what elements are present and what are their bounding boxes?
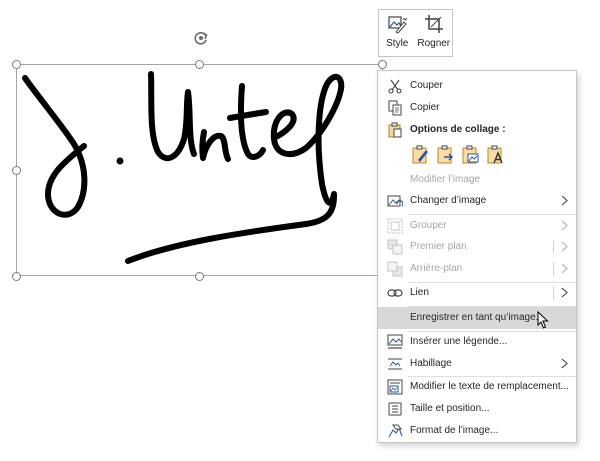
bring-forward-icon [387,239,403,255]
menu-item-paste-options: Options de collage : [378,119,576,141]
picture-style-icon [388,16,408,34]
link-icon [387,289,403,297]
chevron-right-icon [561,263,568,274]
menu-item-edit-alt-text[interactable]: Modifier le texte de remplacement... [378,376,576,398]
resize-handle-top-left[interactable] [12,60,21,69]
menu-item-insert-caption[interactable]: Insérer une légende... [378,331,576,353]
rotate-handle-icon[interactable] [193,30,209,46]
menu-item-cut[interactable]: Couper [378,75,576,97]
resize-handle-top-middle[interactable] [195,60,204,69]
paste-options-row [410,145,505,167]
paste-picture-icon[interactable] [460,145,480,165]
menu-label-paste-options: Options de collage : [410,124,506,135]
scissors-icon [388,79,402,94]
caption-icon [387,334,403,349]
menu-item-change-image[interactable]: Changer d’image [378,190,576,212]
group-icon [387,218,403,234]
split-separator [553,286,554,300]
alt-text-icon [387,379,403,395]
crop-label: Rogner [417,38,451,49]
split-separator [553,240,554,254]
crop-icon [424,15,443,33]
menu-label-bring-forward: Premier plan [410,241,467,252]
menu-label-edit-alt-text: Modifier le texte de remplacement... [410,381,569,392]
copy-icon [388,100,402,116]
menu-label-cut: Couper [410,80,443,91]
resize-handle-top-right[interactable] [378,60,387,69]
menu-item-size-position[interactable]: Taille et position... [378,398,576,420]
menu-item-group: Grouper [378,215,576,237]
send-backward-icon [387,261,403,277]
menu-item-link[interactable]: Lien [378,282,576,304]
menu-item-format-image[interactable]: Format de l’image... [378,420,576,442]
size-position-icon [388,402,402,416]
context-menu: Couper Copier Options de collage : Modif… [377,70,577,443]
paste-keep-formatting-icon[interactable] [410,145,430,165]
menu-item-copy[interactable]: Copier [378,97,576,119]
mini-toolbar: Style Rogner [378,9,453,57]
menu-item-wrap-text[interactable]: Habillage [378,353,576,375]
menu-item-send-backward: Arrière-plan [378,258,576,280]
chevron-right-icon [561,241,568,252]
menu-label-size-position: Taille et position... [410,403,490,414]
menu-label-change-image: Changer d’image [410,195,487,206]
menu-label-save-as-image: Enregistrer en tant qu’image... [410,312,544,323]
menu-label-format-image: Format de l’image... [410,425,499,436]
crop-button[interactable]: Rogner [416,10,453,56]
style-label: Style [386,38,409,49]
resize-handle-bottom-middle[interactable] [195,272,204,281]
menu-label-edit-image: Modifier l’image [410,174,481,185]
menu-label-insert-caption: Insérer une légende... [410,336,508,347]
menu-label-link: Lien [410,287,429,298]
menu-label-wrap-text: Habillage [410,358,452,369]
paste-merge-formatting-icon[interactable] [435,145,455,165]
format-picture-icon [388,424,403,438]
chevron-right-icon [561,358,568,369]
menu-item-edit-image: Modifier l’image [378,169,576,191]
mouse-pointer-icon [537,311,549,329]
resize-handle-middle-left[interactable] [12,166,21,175]
menu-item-bring-forward: Premier plan [378,236,576,258]
menu-label-group: Grouper [410,220,447,231]
change-picture-icon [387,195,403,207]
chevron-right-icon [561,287,568,298]
clipboard-icon [388,122,402,138]
resize-handle-bottom-left[interactable] [12,272,21,281]
menu-label-send-backward: Arrière-plan [410,263,463,274]
signature-image[interactable] [16,64,383,276]
wrap-text-icon [388,358,402,370]
style-button[interactable]: Style [379,10,416,56]
split-separator [553,262,554,276]
paste-text-only-icon[interactable] [485,145,505,165]
menu-label-copy: Copier [410,102,440,113]
chevron-right-icon [561,220,568,231]
chevron-right-icon [561,195,568,206]
